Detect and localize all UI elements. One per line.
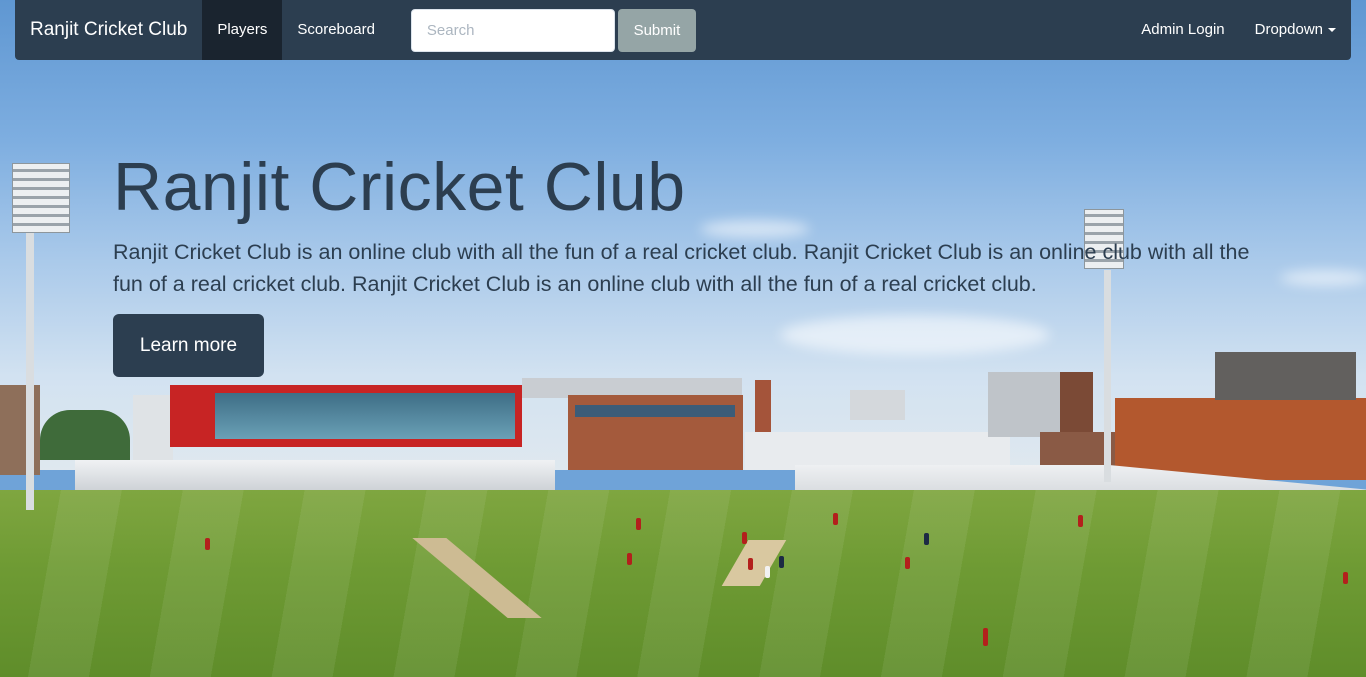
cloud — [780, 315, 1050, 355]
fielder — [205, 538, 210, 550]
admin-login-link[interactable]: Admin Login — [1126, 0, 1239, 60]
nav-link-players[interactable]: Players — [202, 0, 283, 60]
floodlight-pole — [1104, 270, 1111, 482]
fielder — [1078, 515, 1083, 527]
submit-button[interactable]: Submit — [617, 8, 696, 52]
nav-right: Admin Login Dropdown — [1126, 0, 1351, 60]
brick-building — [1115, 398, 1366, 480]
navbar: Ranjit Cricket Club Players Scoreboard S… — [15, 0, 1351, 60]
search-form: Submit — [410, 8, 696, 52]
building — [1060, 372, 1093, 437]
fielder — [905, 557, 910, 569]
pavilion-windows — [575, 405, 735, 417]
batsman — [765, 566, 770, 578]
fielder — [833, 513, 838, 525]
nav-link-scoreboard[interactable]: Scoreboard — [282, 0, 390, 60]
building — [133, 395, 173, 465]
search-input[interactable] — [410, 8, 615, 52]
fielder — [742, 532, 747, 544]
floodlight — [12, 163, 70, 233]
hero-title: Ranjit Cricket Club — [113, 149, 686, 225]
stand-block — [745, 432, 1010, 470]
dropdown-toggle[interactable]: Dropdown — [1240, 0, 1351, 60]
bowler — [748, 558, 753, 570]
fielder — [627, 553, 632, 565]
brand-link[interactable]: Ranjit Cricket Club — [15, 0, 202, 60]
umpire — [924, 533, 929, 545]
fielder — [1343, 572, 1348, 584]
hero-description: Ranjit Cricket Club is an online club wi… — [113, 240, 1250, 296]
cloud — [1280, 270, 1366, 286]
caret-down-icon — [1328, 28, 1336, 33]
pavilion-glass — [215, 393, 515, 439]
building — [1215, 352, 1356, 400]
fielder — [983, 628, 988, 646]
fielder — [636, 518, 641, 530]
learn-more-button[interactable]: Learn more — [113, 314, 264, 377]
dropdown-label: Dropdown — [1254, 21, 1323, 38]
trees — [40, 410, 130, 460]
clock-tower — [755, 380, 771, 432]
cricket-outfield — [0, 490, 1366, 677]
building — [850, 390, 905, 420]
floodlight-pole — [26, 230, 34, 510]
umpire — [779, 556, 784, 568]
building — [0, 385, 40, 475]
